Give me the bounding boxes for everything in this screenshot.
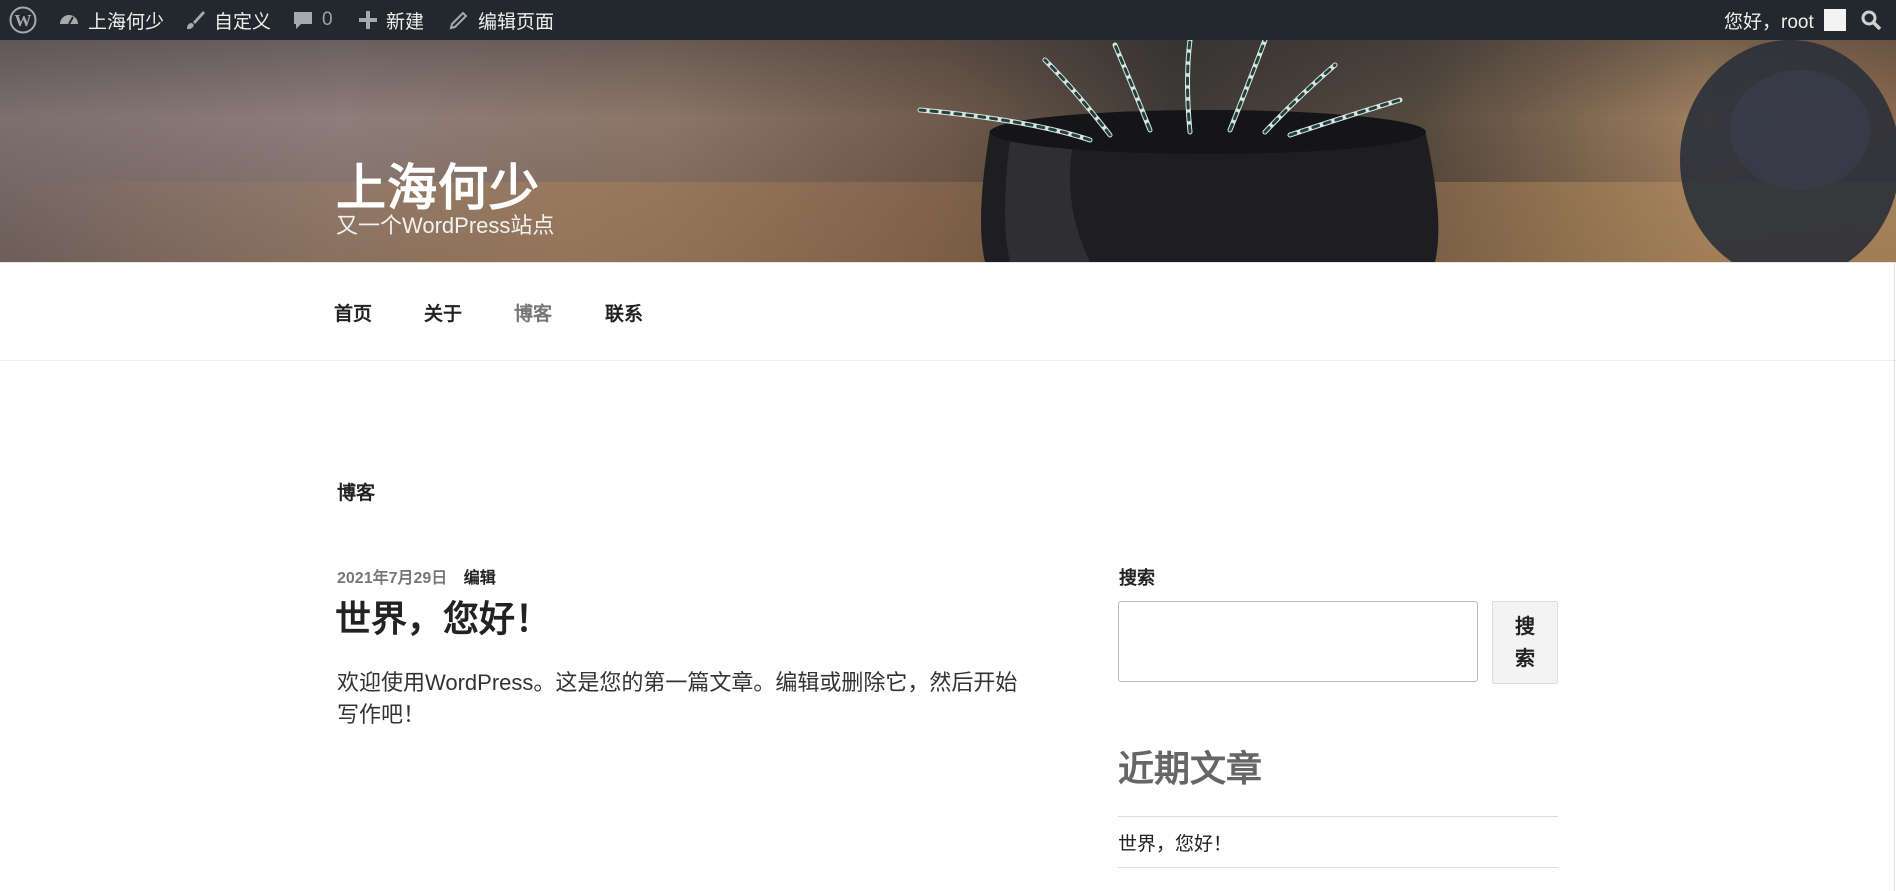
nav-item-contact[interactable]: 联系 xyxy=(605,299,643,326)
post-title[interactable]: 世界，您好！ xyxy=(335,590,551,642)
greeting-label: 您好，root xyxy=(1724,11,1814,33)
page-right-border xyxy=(1894,262,1895,891)
search-button-label-2: 索 xyxy=(1515,647,1535,670)
search-icon xyxy=(1860,9,1882,31)
svg-text:W: W xyxy=(15,11,32,30)
admin-bar-customize[interactable]: 自定义 xyxy=(184,0,271,40)
search-button-label-1: 搜 xyxy=(1515,615,1535,638)
customize-label: 自定义 xyxy=(214,11,272,33)
admin-bar: W 上海何少 自定义 0 新建 编辑页面 您好，root xyxy=(0,0,1896,40)
site-header: 上海何少 又一个WordPress站点 xyxy=(0,40,1896,262)
admin-bar-site-name[interactable]: 上海何少 xyxy=(58,0,164,40)
nav-item-about[interactable]: 关于 xyxy=(424,299,462,326)
admin-bar-search[interactable] xyxy=(1860,0,1882,40)
avatar xyxy=(1823,9,1846,31)
edit-page-label: 编辑页面 xyxy=(478,11,555,33)
search-button[interactable]: 搜 索 xyxy=(1492,601,1558,684)
pencil-icon xyxy=(448,9,470,31)
new-label: 新建 xyxy=(386,11,425,33)
admin-bar-account[interactable]: 您好，root xyxy=(1724,0,1846,40)
page-title: 博客 xyxy=(337,483,376,504)
nav-item-home[interactable]: 首页 xyxy=(334,299,372,326)
nav-item-blog[interactable]: 博客 xyxy=(514,299,552,326)
recent-post-item[interactable]: 世界，您好！ xyxy=(1118,817,1558,868)
comment-icon xyxy=(292,9,314,31)
site-name-label: 上海何少 xyxy=(88,11,165,33)
post-excerpt: 欢迎使用WordPress。这是您的第一篇文章。编辑或删除它，然后开始写作吧！ xyxy=(337,670,1018,727)
recent-posts-title: 近期文章 xyxy=(1118,748,1263,789)
post-meta: 2021年7月29日 编辑 xyxy=(337,564,496,588)
brush-icon xyxy=(184,9,206,31)
dashboard-icon xyxy=(58,9,80,31)
admin-bar-edit-page[interactable]: 编辑页面 xyxy=(448,0,554,40)
header-plant-image xyxy=(917,40,1896,262)
main-navigation: 首页 关于 博客 联系 xyxy=(0,262,1896,361)
comments-count: 0 xyxy=(322,9,333,30)
post-date[interactable]: 2021年7月29日 xyxy=(337,570,447,587)
wordpress-logo-icon: W xyxy=(9,6,37,34)
site-description: 又一个WordPress站点 xyxy=(336,213,555,238)
wordpress-logo-button[interactable]: W xyxy=(9,0,37,40)
search-widget-label: 搜索 xyxy=(1119,568,1155,588)
admin-bar-new[interactable]: 新建 xyxy=(358,0,424,40)
post-edit-link[interactable]: 编辑 xyxy=(464,570,496,587)
admin-bar-comments[interactable]: 0 xyxy=(292,0,333,40)
recent-posts-list: 世界，您好！ xyxy=(1118,816,1558,868)
plus-icon xyxy=(358,10,378,30)
search-input[interactable] xyxy=(1118,601,1478,682)
